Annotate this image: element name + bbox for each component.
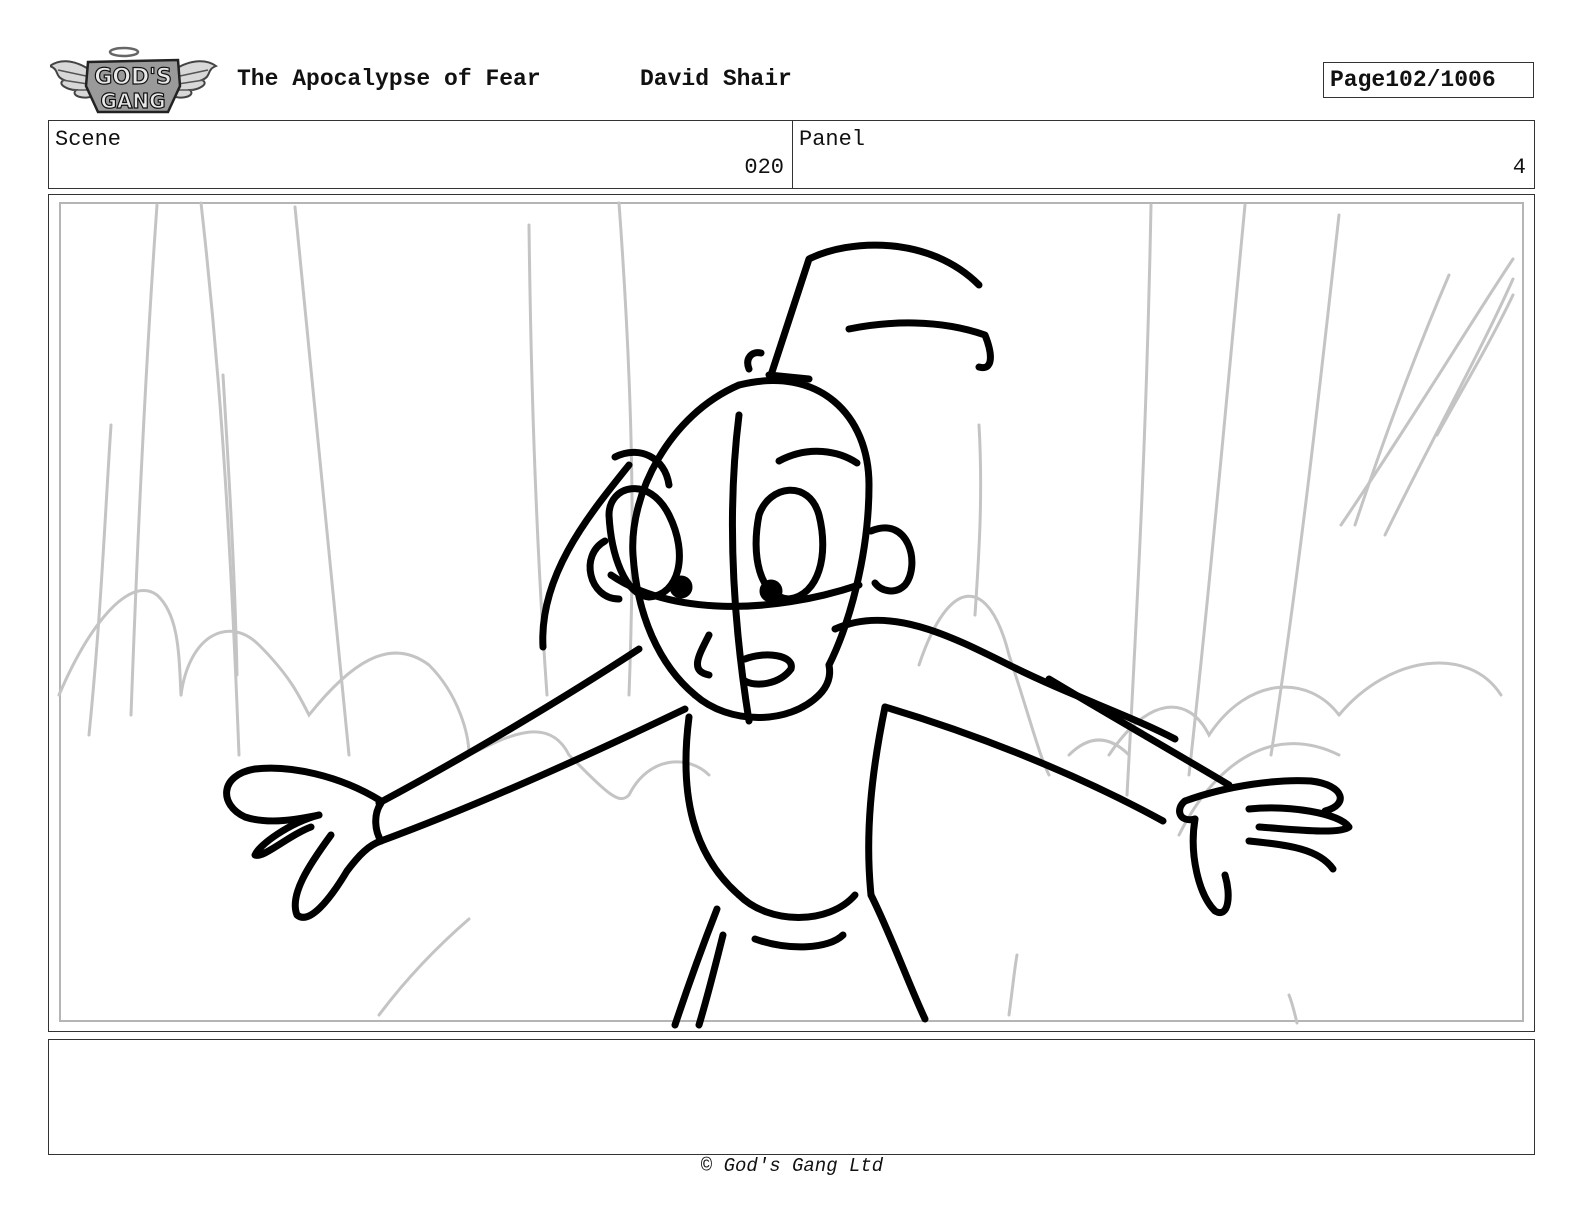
scene-label: Scene [55, 127, 122, 152]
storyboard-sketch-icon [57, 201, 1524, 1029]
page-number: 102/1006 [1385, 67, 1496, 93]
logo-text-bottom: GANG [100, 89, 165, 113]
show-title: The Apocalypse of Fear [237, 66, 541, 92]
copyright-footer: © God's Gang Ltd [700, 1155, 884, 1177]
panel-cell: Panel 4 [793, 121, 1534, 188]
logo-text-top: GOD'S [94, 65, 172, 90]
scene-cell: Scene 020 [49, 121, 793, 188]
page-indicator: Page 102/1006 [1323, 62, 1534, 98]
scene-panel-row: Scene 020 Panel 4 [48, 120, 1535, 189]
panel-label: Panel [799, 127, 866, 152]
scene-number: 020 [744, 155, 784, 180]
storyboard-frame [48, 194, 1535, 1032]
author-name: David Shair [640, 66, 792, 92]
notes-box [48, 1039, 1535, 1155]
gods-gang-logo: GOD'S GANG [47, 46, 219, 118]
page-label: Page [1330, 67, 1386, 93]
panel-number: 4 [1512, 155, 1526, 180]
